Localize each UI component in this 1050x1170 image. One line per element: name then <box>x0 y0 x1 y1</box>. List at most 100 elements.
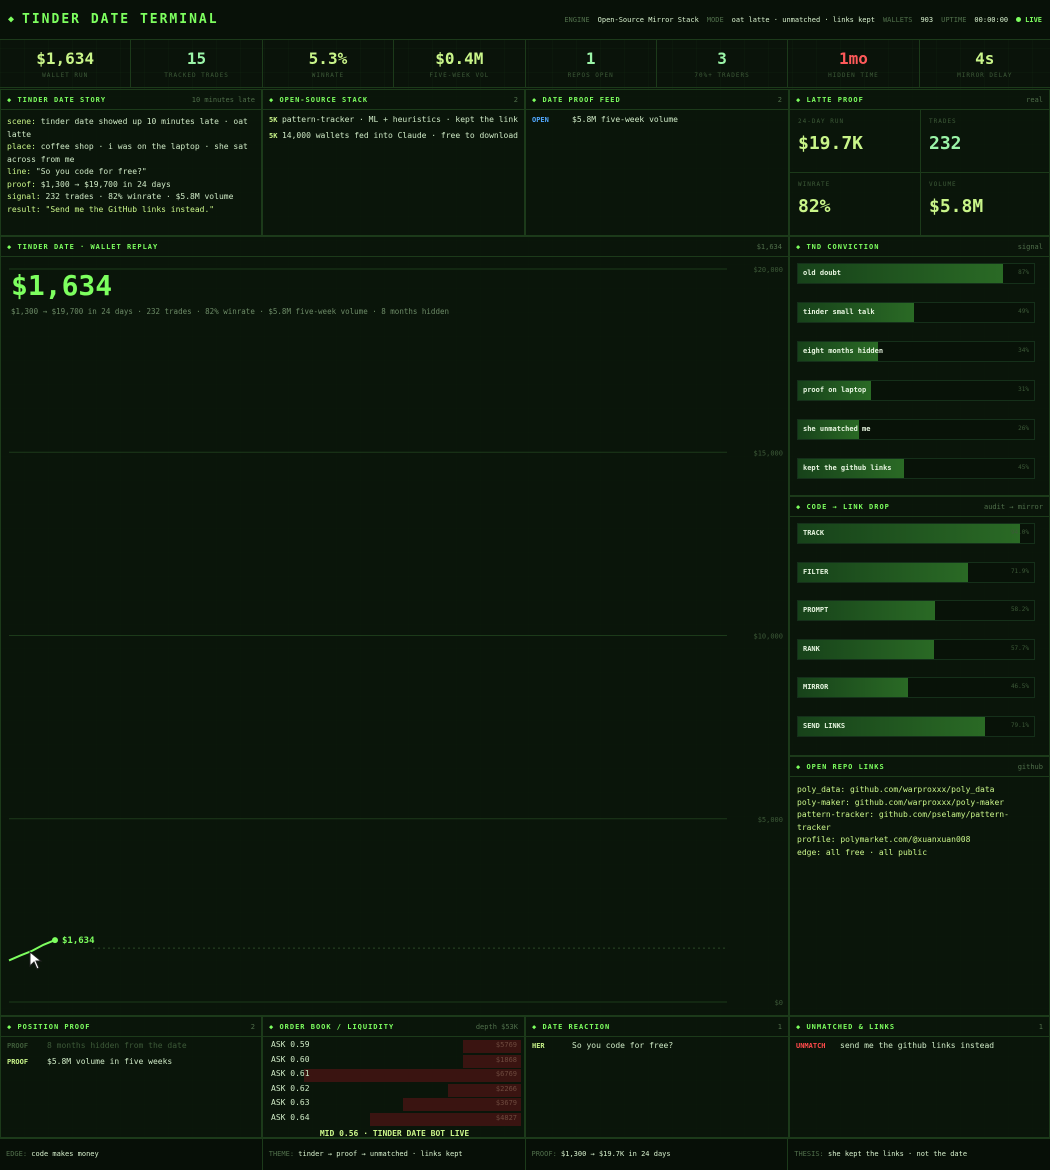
story-line: scene: tinder date showed up 10 minutes … <box>7 116 255 141</box>
panel-title: DATE REACTION <box>532 1023 610 1031</box>
repo-link[interactable]: profile: polymarket.com/@xuanxuan008 <box>790 834 1049 847</box>
ask-size: $5769 <box>495 1041 517 1049</box>
footer-key: PROOF: <box>531 1150 557 1158</box>
row-text: $5.8M volume in five weeks <box>47 1057 173 1066</box>
linkdrop-panel: CODE → LINK DROP audit → mirror TRACK 94.… <box>789 496 1050 756</box>
ask-size: $1868 <box>495 1055 517 1064</box>
row-tag: 5K <box>269 132 278 140</box>
stat-value: $1,634 <box>36 49 95 68</box>
bar-row: PROMPT 58.2% <box>797 600 1035 621</box>
bar-label: proof on laptop <box>803 386 867 394</box>
panel-title: ORDER BOOK / LIQUIDITY <box>269 1023 394 1031</box>
bar-row: old doubt 87% <box>797 263 1035 284</box>
panel-meta: 1 <box>777 1022 782 1031</box>
bar-row: eight months hidden 34% <box>797 341 1035 362</box>
footer-cell: PROOF: $1,300 → $19.7K in 24 days <box>526 1139 789 1170</box>
list-item: 5K 14,000 wallets fed into Claude · free … <box>263 128 524 144</box>
stat-value: $0.4M <box>435 49 484 68</box>
repo-link[interactable]: poly-maker: github.com/warproxxx/poly-ma… <box>790 797 1049 810</box>
live-status: LIVE <box>1016 16 1042 24</box>
ask-size: $4827 <box>495 1113 517 1122</box>
ask-price: ASK 0.63 <box>271 1098 310 1107</box>
top-bar: ◆ TINDER DATE TERMINAL ENGINE Open-Sourc… <box>0 0 1050 40</box>
repo-link[interactable]: pattern-tracker: github.com/pselamy/patt… <box>790 809 1049 834</box>
y-tick-label: $5,000 <box>758 816 783 824</box>
feed-header: DATE PROOF FEED 2 <box>526 90 788 110</box>
story-line: proof: $1,300 → $19,700 in 24 days <box>7 179 255 192</box>
bar-percent: 57.7% <box>1010 644 1029 652</box>
bar-label: PROMPT <box>803 606 829 614</box>
unmatched-panel: UNMATCHED & LINKS 1 UNMATCH send me the g… <box>789 1016 1050 1138</box>
footer-key: EDGE: <box>6 1150 28 1158</box>
proof-value: $19.7K <box>798 133 864 154</box>
latte-header: LATTE PROOF real <box>790 90 1049 110</box>
stat-label: tracked trades <box>164 72 229 79</box>
stat-label: 70%+ traders <box>694 72 750 79</box>
repos-header: OPEN REPO LINKS github <box>790 757 1049 777</box>
bar-row: TRACK 94.0% <box>797 523 1035 544</box>
row-tag: 5K <box>269 116 278 124</box>
story-panel: TINDER DATE STORY 10 minutes late scene:… <box>0 89 262 236</box>
panel-meta: 10 minutes late <box>191 95 255 104</box>
repo-link: edge: all free · all public <box>797 847 928 857</box>
proof-cell: 24-day run $19.7K <box>790 110 921 173</box>
story-line: signal: 232 trades · 82% winrate · $5.8M… <box>7 191 255 204</box>
panel-title: OPEN-SOURCE STACK <box>269 96 368 104</box>
proof-cell: trades 232 <box>921 110 1049 173</box>
bar-label: SEND LINKS <box>803 721 846 730</box>
repo-list: poly_data: github.com/warproxxx/poly_dat… <box>790 777 1049 859</box>
panel-title: CODE → LINK DROP <box>796 503 890 511</box>
proof-value: 232 <box>929 133 962 154</box>
bar-label: old doubt <box>803 269 841 277</box>
footer-cell: THESIS: she kept the links · not the dat… <box>788 1139 1050 1170</box>
wallets-label: WALLETS <box>882 15 913 24</box>
row-text: pattern-tracker · ML + heuristics · kept… <box>281 115 518 124</box>
story-value: "So you code for free?" <box>35 167 147 176</box>
stat-cell: 5.3% winrate <box>263 40 395 87</box>
cursor-icon-svg <box>29 950 43 970</box>
proof-cell: winrate 82% <box>790 173 921 235</box>
story-line: result: "Send me the GitHub links instea… <box>7 204 255 217</box>
unmatched-list: UNMATCH send me the github links instead <box>790 1037 1049 1054</box>
unmatched-header: UNMATCHED & LINKS 1 <box>790 1017 1049 1037</box>
panel-meta: signal <box>1017 242 1043 251</box>
row-tag: PROOF <box>7 1042 29 1050</box>
bar-label: TRACK <box>803 529 825 537</box>
repo-link[interactable]: poly_data: github.com/warproxxx/poly_dat… <box>790 784 1049 797</box>
footer-bar: EDGE: code makes money THEME: tinder → p… <box>0 1138 1050 1170</box>
story-value: "Send me the GitHub links instead." <box>45 204 215 214</box>
bar-row: RANK 57.7% <box>797 638 1035 660</box>
story-key: signal: <box>7 192 41 201</box>
list-item: OPEN $5.8M five-week volume <box>526 112 788 128</box>
ask-size: $2266 <box>495 1084 517 1093</box>
reaction-header: DATE REACTION 1 <box>526 1017 788 1037</box>
top-info: ENGINE Open-Source Mirror Stack MODE oat… <box>564 16 1042 24</box>
proof-label: winrate <box>798 181 831 188</box>
feed-panel: DATE PROOF FEED 2 OPEN $5.8M five-week vo… <box>525 89 789 236</box>
stat-value: 3 <box>717 49 727 68</box>
footer-value: she kept the links · not the date <box>827 1150 968 1158</box>
ask-price: ASK 0.60 <box>271 1054 310 1064</box>
stat-cell: 1 repos open <box>526 40 657 87</box>
panel-meta: 2 <box>513 95 518 104</box>
bar-label: RANK <box>803 644 820 653</box>
panel-meta: depth $53K <box>475 1022 518 1031</box>
stat-label: wallet run <box>42 72 89 79</box>
ask-size: $6769 <box>495 1070 517 1078</box>
diamond-icon: ◆ <box>8 14 15 25</box>
mid-price: MID 0.56 · TINDER DATE BOT LIVE <box>319 1129 470 1138</box>
stack-panel: OPEN-SOURCE STACK 2 5Kpattern-tracker · … <box>262 89 525 236</box>
list-item: 5K pattern-tracker · ML + heuristics · ke… <box>263 112 524 128</box>
conviction-panel: TND CONVICTION signal old doubt 87% tinder… <box>789 236 1050 496</box>
engine-value: Open-Source Mirror Stack <box>597 15 699 24</box>
bar-percent: 34% <box>1018 347 1029 354</box>
bar-label: she unmatched me <box>803 425 871 433</box>
bar-label: kept the github links <box>803 464 892 472</box>
stat-value: 1 <box>585 49 596 68</box>
ask-row: ASK 0.63 $3679 <box>269 1097 521 1111</box>
bar-row: FILTER 71.9% <box>797 561 1035 583</box>
row-tag: PROOF <box>7 1058 29 1066</box>
bar-percent: 49% <box>1018 308 1029 315</box>
ask-row: ASK 0.60 $1868 <box>269 1054 521 1068</box>
ask-price: ASK 0.59 <box>271 1040 310 1049</box>
